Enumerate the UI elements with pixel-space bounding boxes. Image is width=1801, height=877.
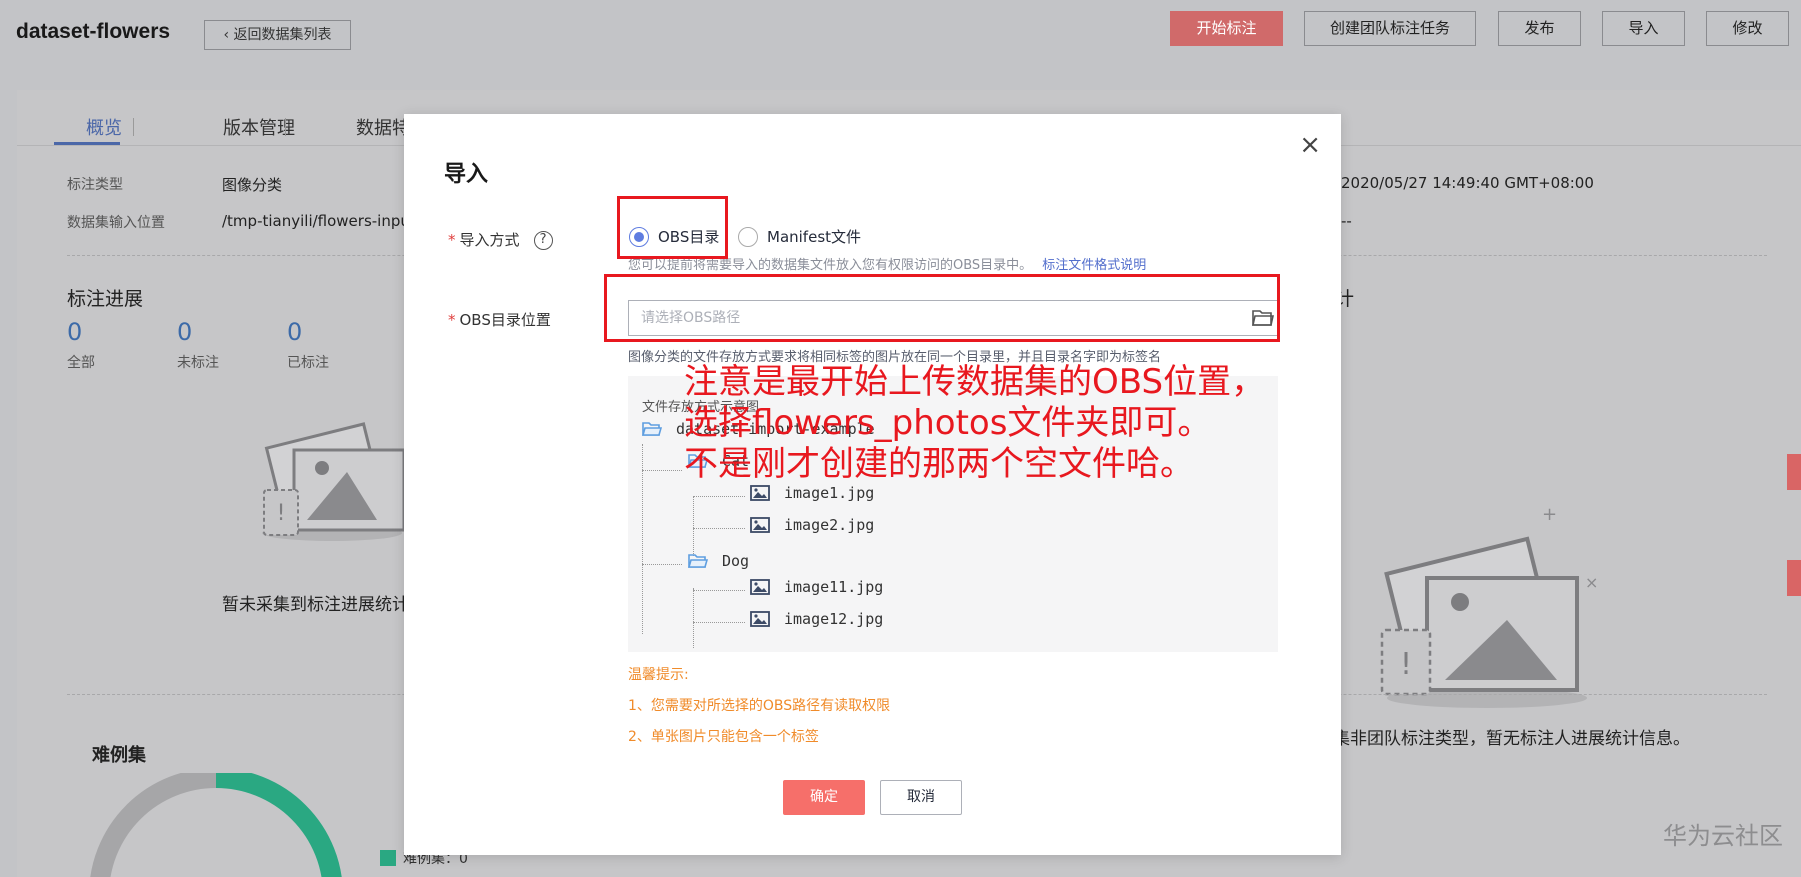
tip-item: 2、单张图片只能包含一个标签: [628, 729, 819, 745]
radio-manifest-file[interactable]: Manifest文件: [738, 226, 861, 247]
input-location-value: /tmp-tianyili/flowers-inpu: [222, 212, 410, 230]
radio-manifest-label: Manifest文件: [767, 228, 862, 246]
label-type-value: 图像分类: [222, 176, 283, 194]
image-file-icon: [750, 611, 770, 627]
stat-labeled-label: 已标注: [287, 355, 329, 371]
image-file-icon: [750, 517, 770, 533]
stat-total-value: 0: [67, 318, 83, 346]
help-icon[interactable]: ?: [533, 231, 553, 250]
folder-icon: [642, 422, 662, 436]
tree-line: [693, 528, 745, 529]
back-to-list-button[interactable]: ‹ 返回数据集列表: [204, 20, 351, 50]
empty-image-illustration: !: [262, 422, 406, 541]
team-empty-text: 集非团队标注类型，暂无标注人进展统计信息。: [1333, 729, 1690, 749]
close-icon[interactable]: ×: [1299, 132, 1321, 158]
import-method-label: * 导入方式?: [448, 229, 553, 250]
side-float-button[interactable]: [1787, 454, 1801, 490]
tree-file: image12.jpg: [750, 610, 883, 628]
back-button-label: 返回数据集列表: [233, 27, 332, 43]
create-team-task-button[interactable]: 创建团队标注任务: [1304, 11, 1476, 46]
hard-examples-title: 难例集: [92, 745, 146, 766]
tree-line: [642, 470, 682, 471]
annotation-line: 选择flowers_photos文件夹即可。: [684, 403, 1212, 443]
watermark: 华为云社区: [1663, 822, 1783, 850]
tree-dog-folder: Dog: [688, 552, 749, 570]
page-header: dataset-flowers ‹ 返回数据集列表 开始标注 创建团队标注任务 …: [0, 0, 1801, 72]
tree-file: image1.jpg: [750, 484, 874, 502]
tips-title: 温馨提示:: [628, 667, 689, 683]
annotation-box-obs-input: [604, 274, 1280, 342]
chevron-left-icon: ‹: [223, 27, 234, 43]
dialog-title: 导入: [444, 162, 489, 187]
annotation-line: 注意是最开始上传数据集的OBS位置，: [684, 362, 1266, 402]
tab-divider: [133, 118, 134, 136]
svg-text:!: !: [1400, 647, 1412, 682]
input-location-label: 数据集输入位置: [67, 215, 165, 231]
stat-total-label: 全部: [67, 355, 95, 371]
obs-location-label: * OBS目录位置: [448, 311, 551, 329]
stat-unlabeled-label: 未标注: [177, 355, 219, 371]
progress-section-title: 标注进展: [67, 288, 144, 310]
folder-icon: [688, 554, 708, 568]
annotation-line: 不是刚才创建的那两个空文件哈。: [684, 444, 1194, 484]
required-mark: *: [448, 231, 456, 249]
radio-unchecked-icon: [738, 226, 758, 247]
import-button[interactable]: 导入: [1602, 11, 1685, 46]
annotation-note: 注意是最开始上传数据集的OBS位置， 选择flowers_photos文件夹即可…: [684, 362, 1265, 485]
tab-divider: [285, 118, 286, 136]
tip-item: 1、您需要对所选择的OBS路径有读取权限: [628, 698, 891, 714]
tree-line: [693, 590, 745, 591]
image-file-icon: [750, 579, 770, 595]
legend-swatch: [380, 850, 396, 866]
stat-unlabeled-value: 0: [177, 318, 193, 346]
annotation-box-radio: [617, 196, 728, 259]
tree-line: [693, 496, 745, 497]
tree-line: [693, 588, 694, 648]
tree-line: [693, 496, 694, 556]
svg-text:+: +: [1542, 504, 1557, 525]
edit-button[interactable]: 修改: [1706, 11, 1789, 46]
label-type-label: 标注类型: [67, 177, 123, 193]
tree-line: [693, 622, 745, 623]
tree-file: image2.jpg: [750, 516, 874, 534]
dataset-title: dataset-flowers: [16, 20, 171, 43]
required-mark: *: [448, 311, 456, 329]
created-time-value: 2020/05/27 14:49:40 GMT+08:00: [1341, 174, 1594, 192]
image-file-icon: [750, 485, 770, 501]
publish-button[interactable]: 发布: [1498, 11, 1581, 46]
empty-value: --: [1341, 212, 1352, 230]
tree-line: [642, 444, 643, 634]
confirm-button[interactable]: 确定: [783, 780, 865, 815]
svg-text:!: !: [277, 501, 286, 526]
progress-empty-text: 暂未采集到标注进展统计: [222, 595, 409, 615]
team-empty-image-illustration: ! + ×: [1380, 504, 1597, 708]
label-format-link[interactable]: 标注文件格式说明: [1042, 258, 1146, 273]
cancel-button[interactable]: 取消: [880, 780, 962, 815]
stat-labeled-value: 0: [287, 318, 303, 346]
svg-text:×: ×: [1585, 573, 1597, 592]
start-labeling-button[interactable]: 开始标注: [1170, 11, 1283, 46]
tree-line: [642, 564, 682, 565]
side-float-button[interactable]: [1787, 560, 1801, 596]
tab-overview[interactable]: 概览: [86, 114, 122, 140]
tree-file: image11.jpg: [750, 578, 883, 596]
hard-examples-donut-chart: [90, 773, 342, 877]
